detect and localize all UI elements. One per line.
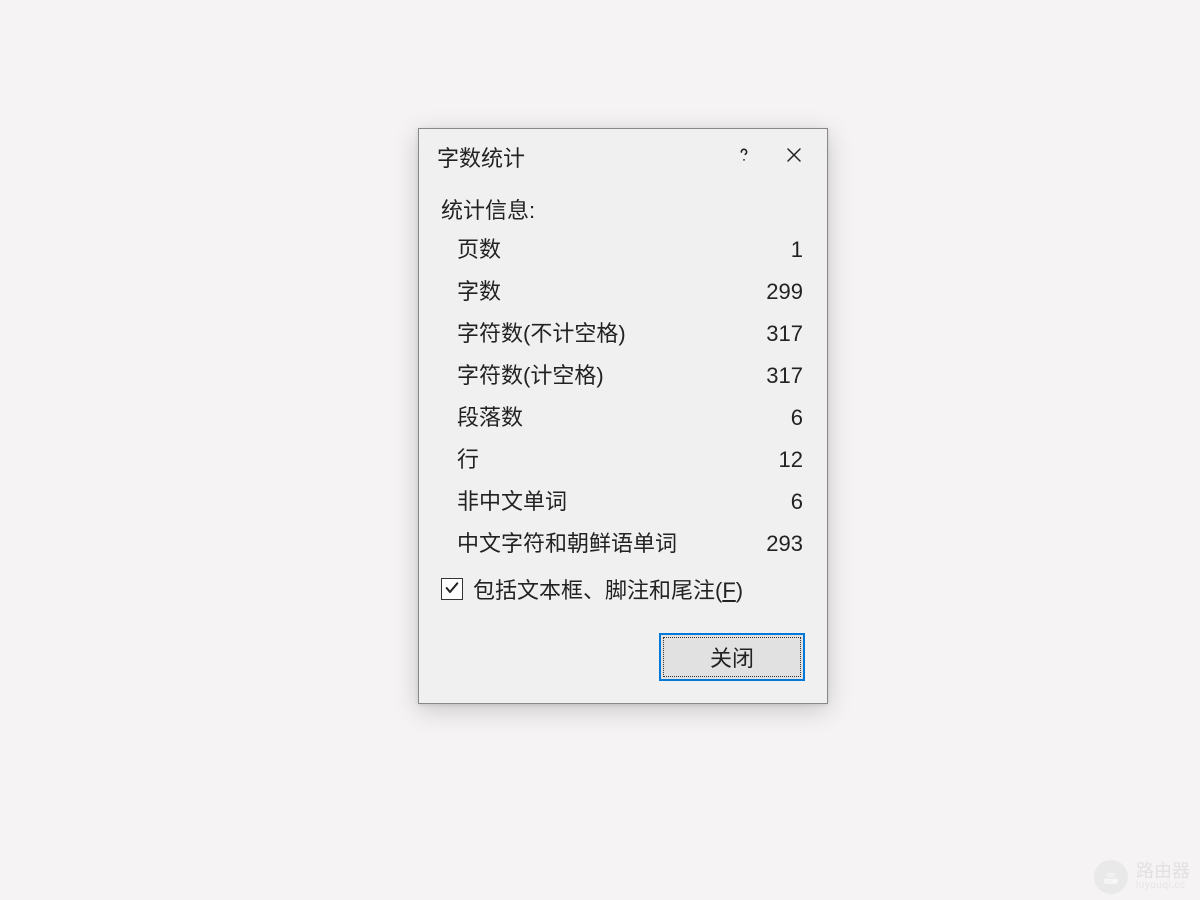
stat-value: 6 — [791, 491, 803, 513]
stat-label: 段落数 — [457, 407, 523, 429]
titlebar-buttons — [719, 129, 819, 185]
dialog-title: 字数统计 — [437, 141, 719, 173]
stat-label: 中文字符和朝鲜语单词 — [457, 533, 677, 555]
close-window-button[interactable] — [769, 129, 819, 185]
help-button[interactable] — [719, 129, 769, 185]
stat-value: 1 — [791, 239, 803, 261]
stat-label: 字数 — [457, 281, 501, 303]
section-label: 统计信息: — [441, 193, 805, 225]
stat-value: 293 — [766, 533, 803, 555]
close-button[interactable]: 关闭 — [659, 633, 805, 681]
stats-list: 页数 1 字数 299 字符数(不计空格) 317 字符数(计空格) 317 段… — [441, 239, 805, 555]
stat-row-words: 字数 299 — [457, 281, 803, 303]
stat-row-pages: 页数 1 — [457, 239, 803, 261]
stat-row-lines: 行 12 — [457, 449, 803, 471]
stat-row-chars-no-space: 字符数(不计空格) 317 — [457, 323, 803, 345]
dialog-titlebar: 字数统计 — [419, 129, 827, 185]
stat-value: 299 — [766, 281, 803, 303]
watermark-main: 路由器 — [1136, 862, 1190, 881]
stat-value: 317 — [766, 365, 803, 387]
stat-label: 字符数(计空格) — [457, 365, 604, 387]
include-footnotes-checkbox[interactable] — [441, 578, 463, 600]
stat-row-chars-with-space: 字符数(计空格) 317 — [457, 365, 803, 387]
dialog-button-row: 关闭 — [441, 633, 805, 681]
stat-row-chinese-korean-words: 中文字符和朝鲜语单词 293 — [457, 533, 803, 555]
router-icon — [1094, 860, 1128, 894]
stat-row-paragraphs: 段落数 6 — [457, 407, 803, 429]
include-footnotes-row: 包括文本框、脚注和尾注(F) — [441, 573, 805, 605]
watermark-text: 路由器 luyouqi.cc — [1136, 862, 1190, 891]
close-icon — [785, 143, 803, 171]
checkmark-icon — [444, 576, 460, 602]
stat-value: 6 — [791, 407, 803, 429]
stat-label: 字符数(不计空格) — [457, 323, 626, 345]
stat-label: 行 — [457, 449, 479, 471]
stat-value: 12 — [779, 449, 803, 471]
stat-label: 非中文单词 — [457, 491, 567, 513]
stat-label: 页数 — [457, 239, 501, 261]
include-footnotes-label[interactable]: 包括文本框、脚注和尾注(F) — [473, 573, 743, 605]
word-count-dialog: 字数统计 统计信息: — [418, 128, 828, 704]
dialog-body: 统计信息: 页数 1 字数 299 字符数(不计空格) 317 字符数(计空格)… — [419, 185, 827, 703]
stat-value: 317 — [766, 323, 803, 345]
watermark: 路由器 luyouqi.cc — [1094, 860, 1190, 894]
watermark-sub: luyouqi.cc — [1136, 881, 1190, 892]
stat-row-non-chinese-words: 非中文单词 6 — [457, 491, 803, 513]
question-icon — [735, 143, 753, 171]
